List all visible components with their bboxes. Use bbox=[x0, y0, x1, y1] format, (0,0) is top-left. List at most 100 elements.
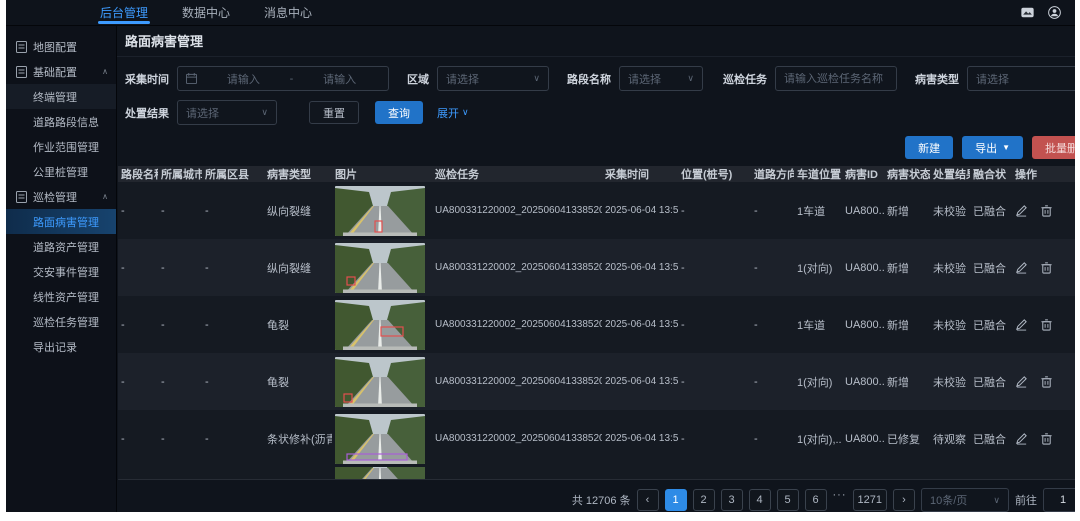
column-header: 病害状态 bbox=[884, 166, 930, 182]
sidebar-item[interactable]: 基础配置∧ bbox=[6, 59, 116, 84]
sidebar-item[interactable]: 终端管理 bbox=[6, 84, 116, 109]
page-button[interactable]: 2 bbox=[693, 489, 715, 511]
region-select[interactable]: 请选择 ∨ bbox=[437, 66, 549, 91]
table-cell: 1车道 bbox=[794, 317, 842, 333]
road-photo-thumbnail[interactable] bbox=[335, 243, 425, 293]
screen-monitor-icon[interactable] bbox=[1021, 6, 1034, 19]
sidebar-item-label: 道路资产管理 bbox=[33, 239, 99, 255]
table-cell: 新增 bbox=[884, 260, 930, 276]
sidebar-item[interactable]: 巡检管理∧ bbox=[6, 184, 116, 209]
table-cell: UA800... bbox=[842, 376, 884, 388]
sidebar-item[interactable]: 导出记录 bbox=[6, 334, 116, 359]
main-panel: 路面病害管理 采集时间 请输入 - 请输入 bbox=[116, 26, 1075, 512]
result-select[interactable]: 请选择 ∨ bbox=[177, 100, 277, 125]
top-nav-tab[interactable]: 数据中心 bbox=[180, 0, 232, 25]
delete-icon[interactable] bbox=[1040, 261, 1053, 274]
sidebar-item[interactable]: 公里桩管理 bbox=[6, 159, 116, 184]
table-cell: UA800331220002_20250604133852059 bbox=[432, 262, 602, 273]
table-cell: UA800331220002_20250604133852059 bbox=[432, 433, 602, 444]
table-cell: UA800... bbox=[842, 205, 884, 217]
date-end-placeholder[interactable]: 请输入 bbox=[299, 71, 380, 87]
next-page-button[interactable]: › bbox=[893, 489, 915, 511]
sidebar-item[interactable]: 巡检任务管理 bbox=[6, 309, 116, 334]
road-photo-thumbnail[interactable] bbox=[335, 414, 425, 464]
image-cell bbox=[332, 357, 432, 407]
chevron-down-icon: ∨ bbox=[687, 73, 694, 84]
table-cell: 龟裂 bbox=[264, 374, 332, 390]
road-name-select[interactable]: 请选择 ∨ bbox=[619, 66, 703, 91]
edit-icon[interactable] bbox=[1015, 204, 1028, 217]
page-size-select[interactable]: 10条/页 ∨ bbox=[921, 488, 1009, 512]
edit-icon[interactable] bbox=[1015, 261, 1028, 274]
create-button[interactable]: 新建 bbox=[905, 136, 953, 159]
column-header: 融合状 bbox=[970, 166, 1012, 182]
sidebar-item[interactable]: 路面病害管理 bbox=[6, 209, 116, 234]
batch-delete-button[interactable]: 批量删除 bbox=[1032, 136, 1075, 159]
sidebar-item-label: 线性资产管理 bbox=[33, 289, 99, 305]
table-cell: 已修复 bbox=[884, 431, 930, 447]
page-button[interactable]: 1271 bbox=[853, 489, 887, 511]
table-cell: 龟裂 bbox=[264, 317, 332, 333]
delete-icon[interactable] bbox=[1040, 204, 1053, 217]
page-button[interactable]: 6 bbox=[805, 489, 827, 511]
goto-page-input[interactable] bbox=[1048, 494, 1075, 506]
top-navbar: 后台管理 数据中心 消息中心 bbox=[6, 0, 1075, 26]
sidebar-item[interactable]: 线性资产管理 bbox=[6, 284, 116, 309]
sidebar-item[interactable]: 道路资产管理 bbox=[6, 234, 116, 259]
export-button[interactable]: 导出 ▼ bbox=[962, 136, 1023, 159]
table-cell: 已融合 bbox=[970, 260, 1012, 276]
sidebar-item[interactable]: 地图配置 bbox=[6, 34, 116, 59]
sidebar-item[interactable]: 道路路段信息 bbox=[6, 109, 116, 134]
road-photo-thumbnail[interactable] bbox=[335, 300, 425, 350]
edit-icon[interactable] bbox=[1015, 432, 1028, 445]
image-cell bbox=[332, 186, 432, 236]
page-button[interactable]: 5 bbox=[777, 489, 799, 511]
app-window: 后台管理 数据中心 消息中心 地图配置基础配置∧终端管理道路路段信息作业范围管理公里… bbox=[6, 0, 1075, 512]
disease-type-select[interactable]: 请选择 ∨ bbox=[967, 66, 1075, 91]
table-cell: 1(对向) bbox=[794, 260, 842, 276]
date-start-placeholder[interactable]: 请输入 bbox=[203, 71, 284, 87]
table-cell: 已融合 bbox=[970, 431, 1012, 447]
page-button[interactable]: 3 bbox=[721, 489, 743, 511]
sidebar-item-label: 基础配置 bbox=[33, 64, 77, 80]
expand-link[interactable]: 展开 ∨ bbox=[437, 105, 469, 121]
table-body: ---纵向裂缝UA800331220002_202506041338520592… bbox=[118, 182, 1075, 479]
top-nav-tab[interactable]: 后台管理 bbox=[98, 0, 150, 25]
table-cell: - bbox=[202, 205, 264, 217]
table-cell: - bbox=[158, 205, 202, 217]
sidebar-item[interactable]: 交安事件管理 bbox=[6, 259, 116, 284]
top-nav-tab[interactable]: 消息中心 bbox=[262, 0, 314, 25]
edit-icon[interactable] bbox=[1015, 318, 1028, 331]
user-avatar-icon[interactable] bbox=[1048, 6, 1061, 19]
sidebar-item[interactable]: 作业范围管理 bbox=[6, 134, 116, 159]
disease-type-filter-label: 病害类型 bbox=[915, 71, 959, 87]
page-button[interactable]: 4 bbox=[749, 489, 771, 511]
column-header: 巡检任务 bbox=[432, 166, 602, 182]
search-button[interactable]: 查询 bbox=[375, 101, 423, 124]
prev-page-button[interactable]: ‹ bbox=[637, 489, 659, 511]
document-icon bbox=[16, 41, 27, 53]
delete-icon[interactable] bbox=[1040, 432, 1053, 445]
page-button[interactable]: 1 bbox=[665, 489, 687, 511]
road-photo-thumbnail[interactable] bbox=[335, 186, 425, 236]
table-cell: 新增 bbox=[884, 374, 930, 390]
road-photo-thumbnail[interactable] bbox=[335, 357, 425, 407]
road-photo-thumbnail[interactable] bbox=[335, 467, 425, 479]
date-range-input[interactable]: 请输入 - 请输入 bbox=[177, 66, 389, 91]
delete-icon[interactable] bbox=[1040, 375, 1053, 388]
table-cell: - bbox=[118, 205, 158, 217]
table-cell: 2025-06-04 13:50 bbox=[602, 319, 678, 330]
edit-icon[interactable] bbox=[1015, 375, 1028, 388]
more-pages-button[interactable]: ··· bbox=[833, 489, 847, 511]
image-cell bbox=[332, 300, 432, 350]
delete-icon[interactable] bbox=[1040, 318, 1053, 331]
reset-button[interactable]: 重置 bbox=[309, 101, 359, 124]
table-cell: 未校验 bbox=[930, 260, 970, 276]
page-size-value: 10条/页 bbox=[930, 492, 967, 508]
table-cell: 已融合 bbox=[970, 374, 1012, 390]
sidebar-item-label: 作业范围管理 bbox=[33, 139, 99, 155]
operation-cell bbox=[1012, 318, 1068, 331]
task-input[interactable] bbox=[784, 73, 888, 85]
table-row: ---条状修补(沥青)UA800331220002_20250604133852… bbox=[118, 410, 1075, 467]
table-cell: - bbox=[118, 433, 158, 445]
